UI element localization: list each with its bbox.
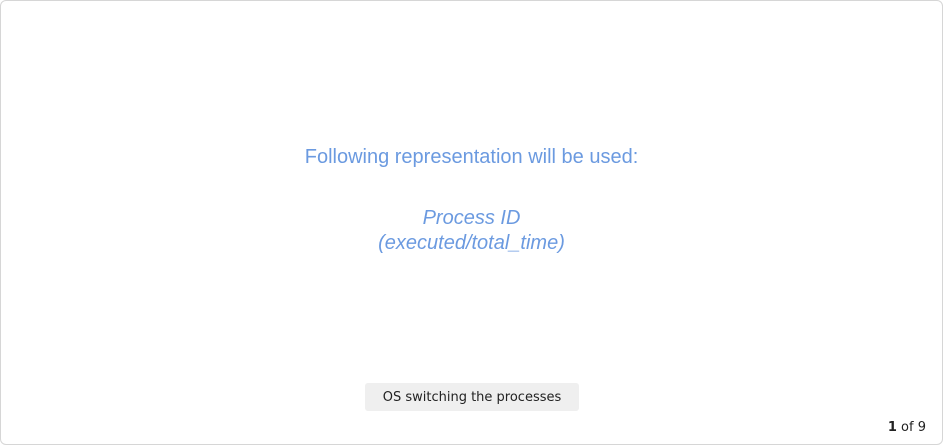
representation-time-format: (executed/total_time) <box>378 232 565 254</box>
pager-total-slides: 9 <box>917 420 926 435</box>
slide-pager: 1 of 9 <box>888 420 926 435</box>
representation-legend: Process ID (executed/total_time) <box>1 206 942 256</box>
pager-separator: of <box>901 420 914 435</box>
representation-process-id: Process ID <box>422 207 521 229</box>
pager-current-slide: 1 <box>887 420 897 435</box>
next-step-button[interactable]: OS switching the processes <box>365 383 579 411</box>
slideshow-frame: Following representation will be used: P… <box>0 0 943 445</box>
slide-heading: Following representation will be used: <box>304 146 639 168</box>
